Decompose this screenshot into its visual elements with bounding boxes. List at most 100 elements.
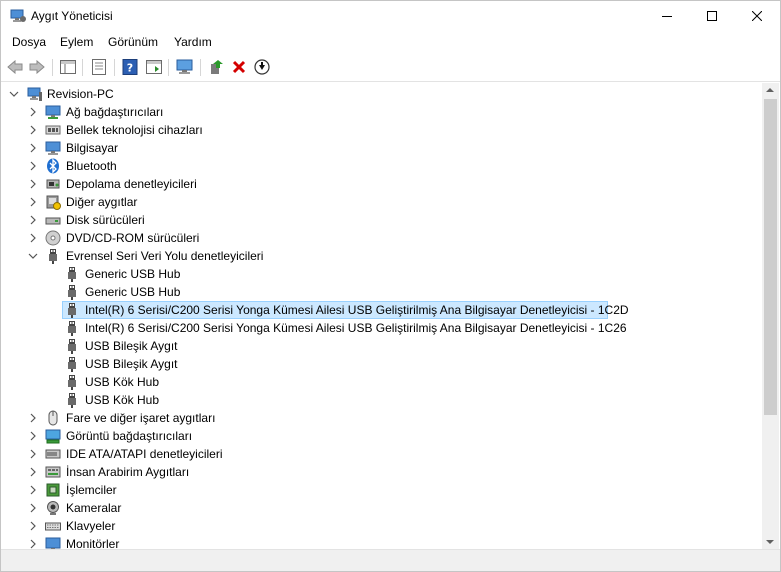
- tree-device-node[interactable]: USB Bileşik Aygıt: [1, 337, 762, 355]
- tree-category-node[interactable]: İşlemciler: [1, 481, 762, 499]
- scroll-up-arrow[interactable]: [766, 88, 774, 92]
- title-bar[interactable]: Aygıt Yöneticisi: [1, 1, 780, 31]
- tree-category-label: Depolama denetleyicileri: [66, 177, 197, 191]
- storage-controller-icon: [45, 176, 61, 192]
- tree-category-node[interactable]: Klavyeler: [1, 517, 762, 535]
- tree-category-node[interactable]: Monitörler: [1, 535, 762, 549]
- chevron-right-icon[interactable]: [28, 466, 38, 478]
- tree-category-label: Ağ bağdaştırıcıları: [66, 105, 164, 119]
- chevron-right-icon[interactable]: [28, 502, 38, 514]
- tree-category-node[interactable]: Ağ bağdaştırıcıları: [1, 103, 762, 121]
- tree-category-node[interactable]: Kameralar: [1, 499, 762, 517]
- chevron-right-icon[interactable]: [28, 430, 38, 442]
- tree-category-node[interactable]: İnsan Arabirim Aygıtları: [1, 463, 762, 481]
- chevron-right-icon[interactable]: [28, 538, 38, 549]
- tree-category-node[interactable]: DVD/CD-ROM sürücüleri: [1, 229, 762, 247]
- tree-category-label: İşlemciler: [66, 483, 117, 497]
- tree-device-node[interactable]: Intel(R) 6 Serisi/C200 Serisi Yonga Küme…: [1, 319, 762, 337]
- chevron-down-icon[interactable]: [9, 88, 19, 100]
- chevron-down-icon[interactable]: [28, 250, 38, 262]
- properties-icon[interactable]: [89, 57, 109, 77]
- tree-device-node[interactable]: Generic USB Hub: [1, 283, 762, 301]
- chevron-right-icon[interactable]: [28, 178, 38, 190]
- tree-category-label: Görüntü bağdaştırıcıları: [66, 429, 193, 443]
- tree-device-label: Intel(R) 6 Serisi/C200 Serisi Yonga Küme…: [85, 321, 627, 335]
- update-driver-icon[interactable]: [206, 57, 226, 77]
- back-button[interactable]: [5, 57, 25, 77]
- scan-hardware-icon[interactable]: [175, 57, 195, 77]
- ide-controller-icon: [45, 446, 61, 462]
- tree-category-node[interactable]: Bilgisayar: [1, 139, 762, 157]
- help-icon[interactable]: ?: [120, 57, 140, 77]
- chevron-right-icon[interactable]: [28, 124, 38, 136]
- chevron-right-icon[interactable]: [28, 412, 38, 424]
- maximize-button[interactable]: [689, 1, 734, 31]
- menu-gorunum[interactable]: Görünüm: [108, 35, 158, 49]
- chevron-right-icon[interactable]: [28, 448, 38, 460]
- tree-device-label: USB Bileşik Aygıt: [85, 357, 178, 371]
- toolbar-separator: [114, 59, 115, 76]
- usb-device-icon: [64, 392, 80, 408]
- tree-category-node[interactable]: Disk sürücüleri: [1, 211, 762, 229]
- tree-category-label: Evrensel Seri Veri Yolu denetleyicileri: [66, 249, 264, 263]
- tree-root-node[interactable]: Revision-PC: [1, 85, 762, 103]
- tree-category-label: Bellek teknolojisi cihazları: [66, 123, 203, 137]
- processor-icon: [45, 482, 61, 498]
- keyboard-icon: [45, 518, 61, 534]
- tree-device-label: Generic USB Hub: [85, 267, 181, 281]
- menu-yardim[interactable]: Yardım: [174, 35, 212, 49]
- menu-eylem[interactable]: Eylem: [60, 35, 93, 49]
- tree-device-node[interactable]: Intel(R) 6 Serisi/C200 Serisi Yonga Küme…: [1, 301, 762, 319]
- chevron-right-icon[interactable]: [28, 196, 38, 208]
- chevron-right-icon[interactable]: [28, 214, 38, 226]
- tree-category-node[interactable]: Diğer aygıtlar: [1, 193, 762, 211]
- menu-bar: Dosya Eylem Görünüm Yardım: [1, 32, 780, 53]
- tree-category-node[interactable]: Bellek teknolojisi cihazları: [1, 121, 762, 139]
- chevron-right-icon[interactable]: [28, 232, 38, 244]
- tree-device-node[interactable]: USB Kök Hub: [1, 391, 762, 409]
- tree-category-label: Klavyeler: [66, 519, 116, 533]
- close-button[interactable]: [734, 1, 779, 31]
- tree-category-node[interactable]: Evrensel Seri Veri Yolu denetleyicileri: [1, 247, 762, 265]
- tree-device-node[interactable]: USB Bileşik Aygıt: [1, 355, 762, 373]
- forward-button[interactable]: [27, 57, 47, 77]
- usb-icon: [45, 248, 61, 264]
- hid-icon: [45, 464, 61, 480]
- tree-category-label: Bluetooth: [66, 159, 117, 173]
- disable-device-icon[interactable]: [252, 57, 272, 77]
- tree-device-node[interactable]: USB Kök Hub: [1, 373, 762, 391]
- action-pane-icon[interactable]: [144, 57, 164, 77]
- chevron-right-icon[interactable]: [28, 520, 38, 532]
- usb-device-icon: [64, 302, 80, 318]
- tree-device-label: USB Kök Hub: [85, 375, 160, 389]
- tree-category-label: DVD/CD-ROM sürücüleri: [66, 231, 200, 245]
- device-tree: Revision-PC Ağ bağdaştırıcıları Bellek tek…: [1, 83, 762, 549]
- tree-device-node[interactable]: Generic USB Hub: [1, 265, 762, 283]
- tree-category-node[interactable]: Bluetooth: [1, 157, 762, 175]
- scrollbar-thumb[interactable]: [764, 99, 777, 415]
- menu-dosya[interactable]: Dosya: [12, 35, 46, 49]
- chevron-right-icon[interactable]: [28, 484, 38, 496]
- chevron-right-icon[interactable]: [28, 160, 38, 172]
- toolbar-separator: [52, 59, 53, 76]
- tree-category-node[interactable]: Görüntü bağdaştırıcıları: [1, 427, 762, 445]
- usb-device-icon: [64, 374, 80, 390]
- memory-device-icon: [45, 122, 61, 138]
- tree-category-node[interactable]: Depolama denetleyicileri: [1, 175, 762, 193]
- chevron-right-icon[interactable]: [28, 142, 38, 154]
- device-manager-window: Aygıt Yöneticisi Dosya Eylem Görünüm Yar…: [0, 0, 781, 572]
- tree-category-label: Kameralar: [66, 501, 122, 515]
- show-hide-console-tree-icon[interactable]: [58, 57, 78, 77]
- chevron-right-icon[interactable]: [28, 106, 38, 118]
- status-bar: [1, 549, 780, 571]
- tree-category-node[interactable]: IDE ATA/ATAPI denetleyicileri: [1, 445, 762, 463]
- disk-drive-icon: [45, 212, 61, 228]
- vertical-scrollbar[interactable]: [762, 83, 779, 549]
- device-manager-app-icon: [10, 9, 26, 23]
- window-title: Aygıt Yöneticisi: [31, 9, 113, 23]
- network-adapter-icon: [45, 104, 61, 120]
- uninstall-device-icon[interactable]: [229, 57, 249, 77]
- scroll-down-arrow[interactable]: [766, 540, 774, 544]
- tree-category-node[interactable]: Fare ve diğer işaret aygıtları: [1, 409, 762, 427]
- minimize-button[interactable]: [644, 1, 689, 31]
